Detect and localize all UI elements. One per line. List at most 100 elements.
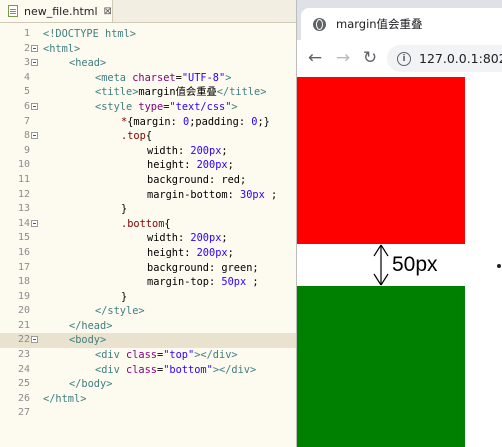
fold-toggle-icon[interactable]	[31, 219, 38, 227]
fold-toggle-icon[interactable]	[31, 44, 38, 52]
code-token: ;	[252, 261, 259, 274]
site-info-icon[interactable]: i	[397, 51, 411, 66]
code-token: >	[225, 71, 232, 84]
top-red-box	[297, 77, 465, 244]
code-line[interactable]: 22 <body>	[0, 333, 296, 349]
code-line[interactable]: 8 .top{	[0, 129, 296, 144]
line-number: 14	[17, 217, 30, 229]
code-line[interactable]: 14 .bottom{	[0, 217, 296, 232]
code-token: 30px	[240, 188, 265, 201]
code-line[interactable]: 23 <div class="top"></div>	[0, 348, 296, 363]
code-token: background	[147, 173, 209, 186]
browser-tab[interactable]: margin值会重叠	[301, 8, 502, 40]
code-token: :	[209, 261, 222, 274]
code-token: ;	[227, 246, 234, 259]
code-token: :	[184, 246, 197, 259]
fold-toggle-icon[interactable]	[31, 102, 38, 110]
code-token: >	[231, 100, 238, 113]
code-line[interactable]: 17 background: green;	[0, 261, 296, 276]
browser-tab-strip: margin值会重叠	[297, 0, 502, 40]
browser-tab-title: margin值会重叠	[336, 17, 423, 31]
code-text: </style>	[95, 304, 145, 319]
overflow-dot	[497, 264, 501, 268]
code-line[interactable]: 11 background: red;	[0, 173, 296, 188]
code-token: type	[138, 100, 164, 113]
code-line[interactable]: 4 <meta charset="UTF-8">	[0, 71, 296, 86]
code-line[interactable]: 20 </style>	[0, 304, 296, 319]
code-text: margin-top: 50px ;	[147, 275, 259, 290]
line-number: 19	[17, 290, 30, 302]
code-text: <div class="top"></div>	[95, 348, 238, 363]
code-token: <div	[95, 363, 126, 376]
code-token: .top	[121, 130, 146, 143]
code-line[interactable]: 3 <head>	[0, 56, 296, 71]
code-line[interactable]: 7 *{margin: 0;padding: 0;}	[0, 115, 296, 130]
line-number: 17	[17, 261, 30, 273]
line-number: 1	[23, 28, 30, 39]
code-text: <!DOCTYPE html>	[43, 27, 136, 42]
code-line[interactable]: 5 <title>margin值会重叠</title>	[0, 85, 296, 100]
code-line[interactable]: 9 width: 200px;	[0, 144, 296, 159]
code-text: width: 200px;	[147, 144, 228, 159]
line-number: 9	[23, 144, 30, 156]
reload-button[interactable]: ↻	[361, 49, 379, 67]
code-line[interactable]: 13}	[0, 202, 296, 217]
code-line[interactable]: 12 margin-bottom: 30px ;	[0, 188, 296, 203]
line-number: 24	[17, 363, 30, 375]
line-number: 27	[17, 407, 30, 419]
line-number: 15	[17, 232, 30, 244]
address-bar[interactable]: i 127.0.0.1:8020/	[387, 45, 502, 72]
code-text: background: green;	[147, 261, 259, 276]
code-token: <!DOCTYPE html>	[43, 28, 136, 40]
fold-toggle-icon[interactable]	[31, 59, 38, 67]
fold-toggle-icon[interactable]	[31, 336, 38, 344]
code-token: height	[147, 159, 185, 172]
code-text: *{margin: 0;padding: 0;}	[121, 115, 270, 130]
gap-annotation-label: 50px	[392, 253, 438, 276]
code-line[interactable]: 2 <html>	[0, 42, 296, 57]
code-text: </body>	[69, 377, 112, 392]
code-line[interactable]: 6 <style type="text/css">	[0, 100, 296, 115]
code-line[interactable]: 10 height: 200px;	[0, 158, 296, 173]
code-token: green	[221, 261, 253, 274]
line-number: 26	[17, 392, 30, 404]
code-token: ;	[264, 188, 278, 201]
line-number: 4	[23, 71, 30, 83]
code-token: </body>	[69, 378, 113, 391]
fold-toggle-icon[interactable]	[31, 132, 38, 140]
code-token: ;	[221, 232, 228, 245]
url-text[interactable]: 127.0.0.1:8020/	[419, 51, 502, 66]
code-text: height: 200px;	[147, 158, 234, 173]
editor-tab-new-file[interactable]: new_file.html ⊠	[0, 0, 113, 22]
code-line[interactable]: 18 margin-top: 50px ;	[0, 275, 296, 290]
line-number: 16	[17, 246, 30, 258]
code-token: <head>	[69, 57, 107, 70]
code-line[interactable]: 26 </html>	[0, 392, 296, 407]
code-token: :	[178, 232, 191, 245]
code-token: class	[126, 363, 157, 376]
code-line[interactable]: 25 </body>	[0, 377, 296, 392]
browser-window: margin值会重叠 ← → ↻ i 127.0.0.1:8020/ 50px	[297, 0, 502, 447]
code-token: 200px	[196, 159, 228, 172]
code-token: class	[126, 349, 157, 362]
code-token: }	[121, 290, 128, 303]
code-line[interactable]: 24 <div class="bottom"></div>	[0, 363, 296, 378]
code-token: ;	[221, 144, 228, 157]
code-line[interactable]: 21 </head>	[0, 319, 296, 334]
code-line[interactable]: 1 <!DOCTYPE html>	[0, 27, 296, 42]
code-token: </html>	[43, 392, 87, 405]
code-token: }	[121, 203, 128, 216]
code-token: padding	[195, 115, 239, 128]
code-line[interactable]: 19}	[0, 290, 296, 305]
code-token: {	[145, 130, 153, 143]
code-token: margin-top	[147, 276, 209, 289]
code-token: 200px	[190, 144, 222, 157]
back-button[interactable]: ←	[306, 49, 324, 67]
code-token: </title>	[216, 86, 267, 99]
code-line[interactable]: 15 width: 200px;	[0, 231, 296, 246]
code-area[interactable]: 1 <!DOCTYPE html> 2 <html> 3 <head> 4 <meta cha…	[0, 27, 296, 421]
code-line[interactable]: 16 height: 200px;	[0, 246, 296, 261]
close-icon[interactable]: ⊠	[104, 6, 112, 17]
code-line[interactable]: 27	[0, 406, 296, 421]
forward-button[interactable]: →	[334, 49, 352, 67]
